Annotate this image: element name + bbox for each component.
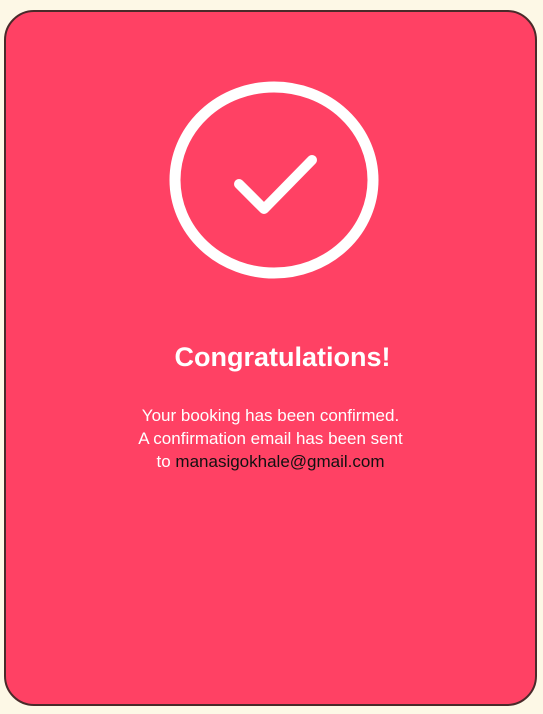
message-line-3-prefix: to <box>156 452 171 471</box>
message-line-2: A confirmation email has been sent <box>138 429 403 448</box>
message-line-3: to manasigokhale@gmail.com <box>6 450 535 473</box>
email-address: manasigokhale@gmail.com <box>175 452 385 471</box>
confirmation-message: Your booking has been confirmed. A confi… <box>6 404 535 473</box>
message-line-1: Your booking has been confirmed. <box>141 406 400 425</box>
page-title: Congratulations! <box>174 342 391 372</box>
check-circle-icon <box>169 81 379 279</box>
confirmation-card: Congratulations! Your booking has been c… <box>4 10 537 706</box>
